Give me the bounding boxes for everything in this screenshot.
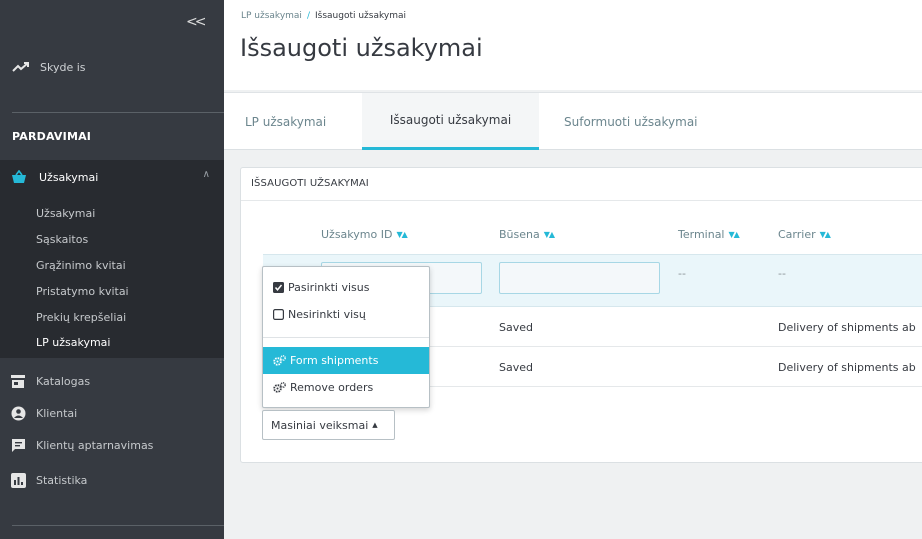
bulk-actions-label: Masiniai veiksmai	[271, 418, 369, 432]
column-label: Terminal	[678, 228, 725, 241]
breadcrumb-separator: /	[306, 11, 310, 21]
sidebar-submenu: Užsakymai Sąskaitos Grąžinimo kvitai Pri…	[0, 194, 224, 358]
cogs-icon	[273, 355, 286, 366]
column-label: Užsakymo ID	[321, 228, 393, 241]
card-divider	[241, 200, 922, 201]
account-circle-icon	[10, 405, 26, 421]
checkbox-checked-icon	[273, 282, 284, 293]
column-header-order-id[interactable]: Užsakymo ID ▼▲	[321, 228, 408, 241]
sidebar-item-dashboard[interactable]: Skyde is	[12, 57, 86, 77]
tab-bar: LP užsakymai Išsaugoti užsakymai Suformu…	[224, 92, 922, 150]
menu-item-label: Remove orders	[290, 381, 374, 394]
sidebar-item-label: Klientų aptarnavimas	[36, 438, 154, 452]
column-label: Carrier	[778, 228, 816, 241]
bar-chart-icon	[10, 472, 26, 488]
checkbox-empty-icon	[273, 309, 284, 320]
submenu-item-lp-orders[interactable]: LP užsakymai	[36, 336, 110, 349]
sidebar-section-header: PARDAVIMAI	[12, 130, 92, 143]
filter-carrier-empty: --	[778, 267, 786, 280]
sidebar-item-label: Užsakymai	[39, 170, 99, 184]
column-label: Būsena	[499, 228, 540, 241]
sidebar-item-customer-service[interactable]: Klientų aptarnavimas	[10, 436, 153, 454]
menu-item-label: Form shipments	[290, 354, 379, 367]
breadcrumb: LP užsakymai / Išsaugoti užsakymai	[241, 11, 406, 21]
trending-up-icon	[12, 62, 29, 72]
caret-up-icon: ▲	[372, 421, 378, 429]
menu-item-form-shipments[interactable]: Form shipments	[263, 347, 429, 374]
card-heading: IŠSAUGOTI UŽSAKYMAI	[251, 178, 369, 189]
sidebar-item-statistics[interactable]: Statistika	[10, 471, 87, 489]
sidebar-divider	[12, 525, 224, 526]
chat-icon	[10, 437, 26, 453]
sidebar-item-orders[interactable]: Užsakymai ∧	[0, 160, 224, 194]
cell-status: Saved	[499, 321, 533, 334]
sidebar-item-catalog[interactable]: Katalogas	[10, 372, 90, 390]
column-header-status[interactable]: Būsena ▼▲	[499, 228, 555, 241]
submenu-item-invoices[interactable]: Sąskaitos	[36, 233, 88, 246]
sidebar-item-label: Klientai	[36, 406, 78, 420]
breadcrumb-parent[interactable]: LP užsakymai	[241, 11, 302, 21]
filter-terminal-empty: --	[678, 267, 686, 280]
breadcrumb-current: Išsaugoti užsakymai	[314, 11, 406, 21]
sidebar-divider	[12, 112, 224, 113]
cell-status: Saved	[499, 361, 533, 374]
menu-item-deselect-all[interactable]: Nesirinkti visų	[263, 301, 429, 328]
sidebar: << Skyde is PARDAVIMAI Užsakymai ∧ Užsak…	[0, 0, 224, 539]
tab-lp-orders[interactable]: LP užsakymai	[233, 93, 338, 150]
column-header-carrier[interactable]: Carrier ▼▲	[778, 228, 831, 241]
tab-formed-orders[interactable]: Suformuoti užsakymai	[552, 93, 710, 150]
bulk-actions-menu: Pasirinkti visus Nesirinkti visų Form sh…	[262, 266, 430, 408]
submenu-item-delivery-slips[interactable]: Pristatymo kvitai	[36, 285, 129, 298]
sidebar-item-label: Skyde is	[40, 60, 86, 74]
menu-item-remove-orders[interactable]: Remove orders	[263, 374, 429, 401]
page-title: Išsaugoti užsakymai	[240, 34, 483, 62]
bulk-actions-button[interactable]: Masiniai veiksmai ▲	[262, 410, 395, 440]
sidebar-item-label: Statistika	[36, 473, 88, 487]
sort-icon[interactable]: ▼▲	[396, 230, 407, 239]
menu-item-select-all[interactable]: Pasirinkti visus	[263, 274, 429, 301]
store-icon	[10, 373, 26, 389]
chevron-up-icon: ∧	[202, 169, 210, 180]
cell-carrier: Delivery of shipments ab	[778, 361, 916, 374]
sort-icon[interactable]: ▼▲	[729, 230, 740, 239]
submenu-item-carts[interactable]: Prekių krepšeliai	[36, 311, 126, 324]
column-header-terminal[interactable]: Terminal ▼▲	[678, 228, 740, 241]
page-header: LP užsakymai / Išsaugoti užsakymai Išsaugo…	[224, 0, 922, 90]
cogs-icon	[273, 382, 286, 393]
collapse-sidebar-icon[interactable]: <<	[186, 14, 207, 30]
menu-item-label: Pasirinkti visus	[288, 281, 370, 294]
tab-saved-orders[interactable]: Išsaugoti užsakymai	[362, 93, 539, 150]
sort-icon[interactable]: ▼▲	[544, 230, 555, 239]
submenu-item-returns[interactable]: Grąžinimo kvitai	[36, 259, 126, 272]
submenu-item-orders[interactable]: Užsakymai	[36, 207, 95, 220]
cell-carrier: Delivery of shipments ab	[778, 321, 916, 334]
menu-item-label: Nesirinkti visų	[288, 308, 366, 321]
filter-input-status[interactable]	[499, 262, 660, 294]
sort-icon[interactable]: ▼▲	[820, 230, 831, 239]
sidebar-item-customers[interactable]: Klientai	[10, 404, 77, 422]
shopping-basket-icon	[11, 170, 27, 184]
menu-divider	[263, 337, 429, 338]
sidebar-item-label: Katalogas	[36, 374, 91, 388]
